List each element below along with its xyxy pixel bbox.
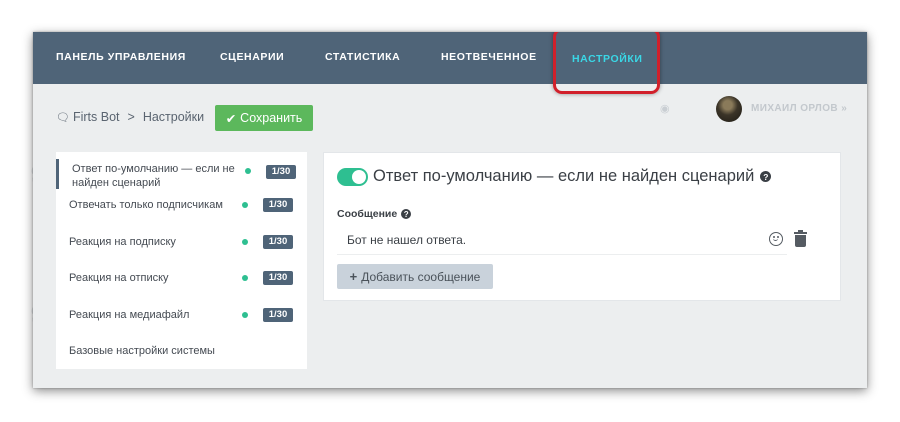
count-badge: 1/30 (263, 308, 293, 322)
status-dot (245, 168, 251, 174)
breadcrumb-separator: > (127, 110, 135, 124)
notification-icon[interactable]: ◉ (660, 102, 670, 115)
count-badge: 1/30 (263, 198, 293, 212)
sidebar-item-label: Реакция на подписку (69, 236, 176, 248)
nav-dashboard[interactable]: ПАНЕЛЬ УПРАВЛЕНИЯ (56, 32, 186, 84)
avatar[interactable] (716, 96, 742, 122)
settings-panel: Ответ по-умолчанию — если не найден сцен… (323, 152, 841, 301)
sidebar-item-base-settings[interactable]: Базовые настройки системы (56, 344, 307, 358)
count-badge: 1/30 (266, 165, 296, 179)
sidebar-item-label: Отвечать только подписчикам (69, 199, 223, 211)
add-message-label: Добавить сообщение (361, 269, 481, 284)
settings-sidebar: Ответ по-умолчанию — если не найден сцен… (56, 152, 307, 369)
message-input[interactable] (337, 225, 787, 255)
status-dot (242, 202, 248, 208)
count-badge: 1/30 (263, 271, 293, 285)
nav-settings-highlight (553, 32, 660, 94)
chat-icon: 🗨 (56, 112, 70, 124)
count-badge: 1/30 (263, 235, 293, 249)
message-field-label-text: Сообщение (337, 208, 398, 220)
trash-icon[interactable] (794, 230, 807, 247)
emoji-icon[interactable] (769, 232, 783, 246)
user-name[interactable]: МИХАИЛ ОРЛОВ » (751, 103, 847, 114)
sidebar-item-label: Ответ по-умолчанию — если не найден сцен… (72, 163, 235, 189)
plus-icon: + (349, 269, 358, 284)
sidebar-item-subscribers-only[interactable]: Отвечать только подписчикам 1/30 (56, 198, 307, 212)
status-dot (242, 239, 248, 245)
status-dot (242, 312, 248, 318)
app-window: ПАНЕЛЬ УПРАВЛЕНИЯ СЦЕНАРИИ СТАТИСТИКА НЕ… (33, 32, 867, 388)
sidebar-item-on-unsubscribe[interactable]: Реакция на отписку 1/30 (56, 271, 307, 285)
add-message-button[interactable]: + Добавить сообщение (337, 264, 493, 289)
nav-scenarios[interactable]: СЦЕНАРИИ (220, 32, 284, 84)
check-icon: ✔ (225, 111, 237, 126)
nav-statistics[interactable]: СТАТИСТИКА (325, 32, 400, 84)
sidebar-item-label: Реакция на отписку (69, 272, 169, 284)
breadcrumb: 🗨 Firts Bot > Настройки (56, 110, 204, 124)
breadcrumb-bot-link[interactable]: Firts Bot (73, 110, 120, 124)
nav-unanswered[interactable]: НЕОТВЕЧЕННОЕ (441, 32, 537, 84)
help-icon[interactable]: ? (760, 171, 772, 182)
breadcrumb-current: Настройки (142, 110, 205, 124)
help-icon[interactable]: ? (401, 209, 412, 219)
sidebar-item-label: Реакция на медиафайл (69, 309, 190, 321)
sidebar-item-on-subscribe[interactable]: Реакция на подписку 1/30 (56, 235, 307, 249)
status-dot (242, 275, 248, 281)
top-navbar: ПАНЕЛЬ УПРАВЛЕНИЯ СЦЕНАРИИ СТАТИСТИКА НЕ… (33, 32, 867, 94)
sidebar-item-on-media[interactable]: Реакция на медиафайл 1/30 (56, 308, 307, 322)
enable-toggle[interactable] (337, 168, 368, 186)
save-button[interactable]: ✔ Сохранить (215, 105, 313, 131)
save-button-label: Сохранить (240, 111, 303, 125)
sidebar-item-default-reply[interactable]: Ответ по-умолчанию — если не найден сцен… (56, 159, 307, 189)
panel-title-text: Ответ по-умолчанию — если не найден сцен… (373, 167, 755, 185)
panel-title: Ответ по-умолчанию — если не найден сцен… (373, 167, 772, 186)
sidebar-item-label: Базовые настройки системы (69, 345, 215, 357)
message-field-label: Сообщение ? (337, 208, 412, 220)
toggle-knob (352, 170, 366, 184)
